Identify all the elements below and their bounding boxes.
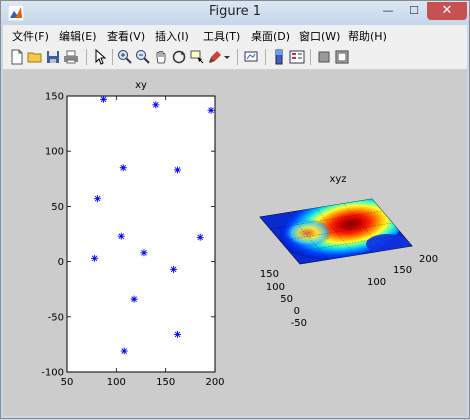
- xyz-x-axis: 100 150 200: [367, 254, 438, 288]
- data-cursor-icon[interactable]: [189, 49, 205, 65]
- zoom-in-icon[interactable]: [117, 49, 133, 65]
- close-button[interactable]: ✕: [427, 2, 467, 20]
- print-icon[interactable]: [63, 49, 79, 65]
- xy-x-tick-label: 50: [61, 377, 74, 388]
- xyz-y-tick-label: 150: [260, 269, 279, 280]
- colorbar-icon[interactable]: [271, 49, 287, 65]
- menu-edit[interactable]: 编辑(E): [59, 28, 97, 44]
- xy-y-tick-label: 100: [45, 147, 64, 158]
- link-plot-icon[interactable]: [243, 49, 259, 65]
- xyz-title: xyz: [329, 174, 346, 185]
- xy-point: [207, 106, 215, 114]
- xy-x-tick-label: 150: [156, 377, 175, 388]
- open-folder-icon[interactable]: [27, 49, 43, 65]
- xy-point: [100, 95, 108, 103]
- legend-icon[interactable]: [289, 49, 305, 65]
- toolbar-separator: [310, 49, 311, 65]
- figure-canvas[interactable]: xy -100 -50 0 50 100 150 50 100 150 200 xyz -50 0…: [3, 70, 467, 416]
- figure-window: Figure 1 — ☐ ✕ 文件(F) 编辑(E) 查看(V) 插入(I) 工…: [0, 0, 470, 419]
- menu-tools[interactable]: 工具(T): [203, 28, 240, 44]
- minimize-button[interactable]: —: [375, 2, 401, 20]
- xy-point: [94, 195, 102, 203]
- toolbar: [3, 45, 467, 70]
- menu-bar: 文件(F) 编辑(E) 查看(V) 插入(I) 工具(T) 桌面(D) 窗口(W…: [3, 25, 467, 45]
- toolbar-separator: [237, 49, 238, 65]
- xyz-y-axis: -50050100 150: [260, 269, 307, 329]
- xy-y-tick-label: -50: [48, 312, 64, 323]
- toolbar-separator: [265, 49, 266, 65]
- xy-point: [170, 265, 178, 273]
- toolbar-separator: [86, 49, 87, 65]
- xy-point: [140, 249, 148, 257]
- xyz-y-tick-label: 100: [266, 282, 285, 293]
- xy-point: [130, 295, 138, 303]
- xy-point: [152, 101, 160, 109]
- xyz-x-tick-label: 100: [367, 277, 386, 288]
- xyz-axes[interactable]: [259, 189, 413, 268]
- menu-window[interactable]: 窗口(W): [299, 28, 340, 44]
- menu-insert[interactable]: 插入(I): [155, 28, 189, 44]
- xyz-y-tick-label: 0: [294, 306, 300, 317]
- brush-icon[interactable]: [207, 49, 223, 65]
- title-bar[interactable]: Figure 1 — ☐ ✕: [1, 1, 469, 25]
- menu-file[interactable]: 文件(F): [12, 28, 49, 44]
- xy-point: [119, 164, 127, 172]
- xyz-y-tick-label: -50: [291, 318, 307, 329]
- xy-y-tick-label: 150: [45, 92, 64, 103]
- menu-help[interactable]: 帮助(H): [348, 28, 387, 44]
- hide-tools-icon[interactable]: [316, 49, 332, 65]
- menu-view[interactable]: 查看(V): [107, 28, 145, 44]
- xy-x-tick-label: 200: [205, 377, 224, 388]
- xy-x-tick-label: 100: [107, 377, 126, 388]
- xyz-x-tick-label: 150: [393, 265, 412, 276]
- show-tools-icon[interactable]: [334, 49, 350, 65]
- figure-plots: xy -100-50050100150 50 100 150 200 xyz -500…: [41, 80, 438, 388]
- xy-point: [196, 233, 204, 241]
- xy-point: [91, 254, 99, 262]
- xy-y-tick-label: 0: [58, 257, 64, 268]
- xy-point: [117, 232, 125, 240]
- dropdown-arrow-icon[interactable]: [223, 49, 231, 65]
- menu-desktop[interactable]: 桌面(D): [251, 28, 290, 44]
- pointer-icon[interactable]: [92, 49, 108, 65]
- xy-point: [174, 330, 182, 338]
- xy-point: [174, 166, 182, 174]
- xy-title: xy: [135, 80, 147, 91]
- xy-axes[interactable]: [66, 95, 216, 373]
- zoom-out-icon[interactable]: [135, 49, 151, 65]
- maximize-button[interactable]: ☐: [401, 2, 427, 20]
- save-icon[interactable]: [45, 49, 61, 65]
- xyz-surface: [260, 199, 412, 264]
- xy-point: [120, 347, 128, 355]
- xyz-x-tick-label: 200: [419, 254, 438, 265]
- new-file-icon[interactable]: [9, 49, 25, 65]
- rotate-icon[interactable]: [171, 49, 187, 65]
- xy-y-tick-label: 50: [51, 202, 64, 213]
- xyz-y-tick-label: 50: [280, 294, 293, 305]
- toolbar-separator: [112, 49, 113, 65]
- pan-icon[interactable]: [153, 49, 169, 65]
